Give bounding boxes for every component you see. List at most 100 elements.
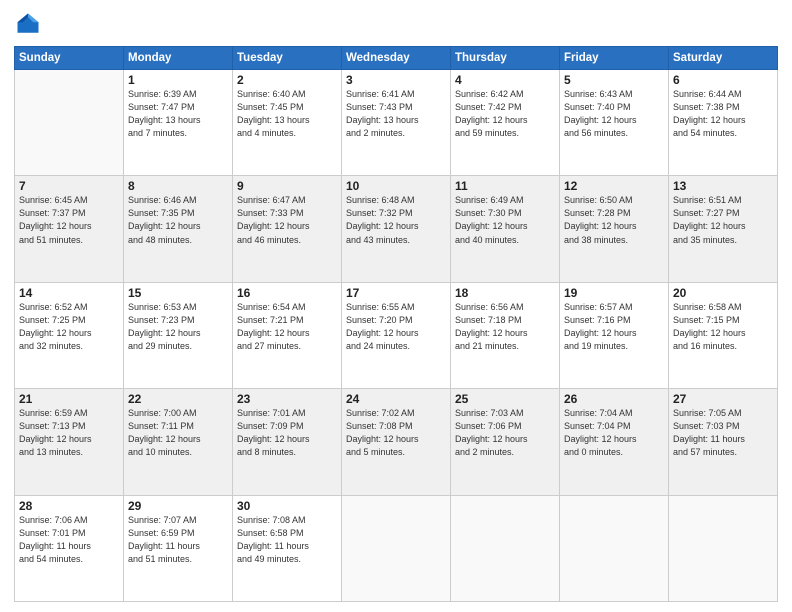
- calendar-table: SundayMondayTuesdayWednesdayThursdayFrid…: [14, 46, 778, 602]
- logo: [14, 10, 46, 38]
- day-number: 29: [128, 499, 228, 513]
- day-info: Sunrise: 6:42 AM Sunset: 7:42 PM Dayligh…: [455, 88, 555, 140]
- calendar-cell: [560, 495, 669, 601]
- calendar-cell: 22Sunrise: 7:00 AM Sunset: 7:11 PM Dayli…: [124, 389, 233, 495]
- calendar-week-row: 1Sunrise: 6:39 AM Sunset: 7:47 PM Daylig…: [15, 70, 778, 176]
- day-info: Sunrise: 7:00 AM Sunset: 7:11 PM Dayligh…: [128, 407, 228, 459]
- weekday-header: Monday: [124, 47, 233, 70]
- calendar-cell: 11Sunrise: 6:49 AM Sunset: 7:30 PM Dayli…: [451, 176, 560, 282]
- calendar-cell: 3Sunrise: 6:41 AM Sunset: 7:43 PM Daylig…: [342, 70, 451, 176]
- calendar-cell: 6Sunrise: 6:44 AM Sunset: 7:38 PM Daylig…: [669, 70, 778, 176]
- day-info: Sunrise: 7:08 AM Sunset: 6:58 PM Dayligh…: [237, 514, 337, 566]
- day-number: 28: [19, 499, 119, 513]
- calendar-cell: 29Sunrise: 7:07 AM Sunset: 6:59 PM Dayli…: [124, 495, 233, 601]
- day-number: 1: [128, 73, 228, 87]
- calendar-cell: 9Sunrise: 6:47 AM Sunset: 7:33 PM Daylig…: [233, 176, 342, 282]
- day-number: 9: [237, 179, 337, 193]
- calendar-cell: 15Sunrise: 6:53 AM Sunset: 7:23 PM Dayli…: [124, 282, 233, 388]
- day-info: Sunrise: 6:44 AM Sunset: 7:38 PM Dayligh…: [673, 88, 773, 140]
- day-info: Sunrise: 7:04 AM Sunset: 7:04 PM Dayligh…: [564, 407, 664, 459]
- day-number: 12: [564, 179, 664, 193]
- page: SundayMondayTuesdayWednesdayThursdayFrid…: [0, 0, 792, 612]
- day-info: Sunrise: 7:02 AM Sunset: 7:08 PM Dayligh…: [346, 407, 446, 459]
- day-info: Sunrise: 6:50 AM Sunset: 7:28 PM Dayligh…: [564, 194, 664, 246]
- calendar-week-row: 28Sunrise: 7:06 AM Sunset: 7:01 PM Dayli…: [15, 495, 778, 601]
- day-info: Sunrise: 6:49 AM Sunset: 7:30 PM Dayligh…: [455, 194, 555, 246]
- day-number: 5: [564, 73, 664, 87]
- calendar-cell: 20Sunrise: 6:58 AM Sunset: 7:15 PM Dayli…: [669, 282, 778, 388]
- calendar-cell: 19Sunrise: 6:57 AM Sunset: 7:16 PM Dayli…: [560, 282, 669, 388]
- day-number: 13: [673, 179, 773, 193]
- day-info: Sunrise: 6:45 AM Sunset: 7:37 PM Dayligh…: [19, 194, 119, 246]
- weekday-header: Wednesday: [342, 47, 451, 70]
- weekday-header: Thursday: [451, 47, 560, 70]
- day-number: 3: [346, 73, 446, 87]
- calendar-cell: 28Sunrise: 7:06 AM Sunset: 7:01 PM Dayli…: [15, 495, 124, 601]
- day-info: Sunrise: 6:58 AM Sunset: 7:15 PM Dayligh…: [673, 301, 773, 353]
- calendar-week-row: 7Sunrise: 6:45 AM Sunset: 7:37 PM Daylig…: [15, 176, 778, 282]
- weekday-header: Sunday: [15, 47, 124, 70]
- day-info: Sunrise: 6:55 AM Sunset: 7:20 PM Dayligh…: [346, 301, 446, 353]
- day-info: Sunrise: 6:46 AM Sunset: 7:35 PM Dayligh…: [128, 194, 228, 246]
- logo-icon: [14, 10, 42, 38]
- calendar-cell: 4Sunrise: 6:42 AM Sunset: 7:42 PM Daylig…: [451, 70, 560, 176]
- calendar-cell: 24Sunrise: 7:02 AM Sunset: 7:08 PM Dayli…: [342, 389, 451, 495]
- day-number: 7: [19, 179, 119, 193]
- calendar-cell: 5Sunrise: 6:43 AM Sunset: 7:40 PM Daylig…: [560, 70, 669, 176]
- day-info: Sunrise: 6:53 AM Sunset: 7:23 PM Dayligh…: [128, 301, 228, 353]
- calendar-cell: 25Sunrise: 7:03 AM Sunset: 7:06 PM Dayli…: [451, 389, 560, 495]
- day-info: Sunrise: 7:05 AM Sunset: 7:03 PM Dayligh…: [673, 407, 773, 459]
- weekday-header: Saturday: [669, 47, 778, 70]
- day-number: 18: [455, 286, 555, 300]
- calendar-cell: 12Sunrise: 6:50 AM Sunset: 7:28 PM Dayli…: [560, 176, 669, 282]
- day-info: Sunrise: 6:56 AM Sunset: 7:18 PM Dayligh…: [455, 301, 555, 353]
- day-info: Sunrise: 6:47 AM Sunset: 7:33 PM Dayligh…: [237, 194, 337, 246]
- day-number: 27: [673, 392, 773, 406]
- day-info: Sunrise: 6:52 AM Sunset: 7:25 PM Dayligh…: [19, 301, 119, 353]
- day-info: Sunrise: 6:39 AM Sunset: 7:47 PM Dayligh…: [128, 88, 228, 140]
- calendar-cell: 17Sunrise: 6:55 AM Sunset: 7:20 PM Dayli…: [342, 282, 451, 388]
- day-info: Sunrise: 7:07 AM Sunset: 6:59 PM Dayligh…: [128, 514, 228, 566]
- day-number: 15: [128, 286, 228, 300]
- day-number: 25: [455, 392, 555, 406]
- day-info: Sunrise: 7:01 AM Sunset: 7:09 PM Dayligh…: [237, 407, 337, 459]
- calendar-week-row: 21Sunrise: 6:59 AM Sunset: 7:13 PM Dayli…: [15, 389, 778, 495]
- day-number: 6: [673, 73, 773, 87]
- calendar-cell: [342, 495, 451, 601]
- day-info: Sunrise: 6:43 AM Sunset: 7:40 PM Dayligh…: [564, 88, 664, 140]
- day-info: Sunrise: 7:06 AM Sunset: 7:01 PM Dayligh…: [19, 514, 119, 566]
- day-number: 2: [237, 73, 337, 87]
- calendar-cell: 10Sunrise: 6:48 AM Sunset: 7:32 PM Dayli…: [342, 176, 451, 282]
- day-info: Sunrise: 6:48 AM Sunset: 7:32 PM Dayligh…: [346, 194, 446, 246]
- day-number: 23: [237, 392, 337, 406]
- calendar-cell: 26Sunrise: 7:04 AM Sunset: 7:04 PM Dayli…: [560, 389, 669, 495]
- calendar-week-row: 14Sunrise: 6:52 AM Sunset: 7:25 PM Dayli…: [15, 282, 778, 388]
- calendar-cell: 13Sunrise: 6:51 AM Sunset: 7:27 PM Dayli…: [669, 176, 778, 282]
- calendar-cell: 8Sunrise: 6:46 AM Sunset: 7:35 PM Daylig…: [124, 176, 233, 282]
- calendar-cell: 7Sunrise: 6:45 AM Sunset: 7:37 PM Daylig…: [15, 176, 124, 282]
- calendar-cell: 16Sunrise: 6:54 AM Sunset: 7:21 PM Dayli…: [233, 282, 342, 388]
- weekday-header: Tuesday: [233, 47, 342, 70]
- calendar-cell: 30Sunrise: 7:08 AM Sunset: 6:58 PM Dayli…: [233, 495, 342, 601]
- calendar-cell: 1Sunrise: 6:39 AM Sunset: 7:47 PM Daylig…: [124, 70, 233, 176]
- day-number: 16: [237, 286, 337, 300]
- day-number: 20: [673, 286, 773, 300]
- day-info: Sunrise: 6:40 AM Sunset: 7:45 PM Dayligh…: [237, 88, 337, 140]
- weekday-header: Friday: [560, 47, 669, 70]
- calendar-cell: [669, 495, 778, 601]
- day-info: Sunrise: 6:57 AM Sunset: 7:16 PM Dayligh…: [564, 301, 664, 353]
- calendar-cell: 14Sunrise: 6:52 AM Sunset: 7:25 PM Dayli…: [15, 282, 124, 388]
- calendar-cell: 21Sunrise: 6:59 AM Sunset: 7:13 PM Dayli…: [15, 389, 124, 495]
- calendar-header-row: SundayMondayTuesdayWednesdayThursdayFrid…: [15, 47, 778, 70]
- day-number: 14: [19, 286, 119, 300]
- day-number: 19: [564, 286, 664, 300]
- day-info: Sunrise: 6:54 AM Sunset: 7:21 PM Dayligh…: [237, 301, 337, 353]
- calendar-cell: [15, 70, 124, 176]
- day-number: 24: [346, 392, 446, 406]
- day-number: 8: [128, 179, 228, 193]
- header: [14, 10, 778, 38]
- calendar-cell: 2Sunrise: 6:40 AM Sunset: 7:45 PM Daylig…: [233, 70, 342, 176]
- day-info: Sunrise: 6:51 AM Sunset: 7:27 PM Dayligh…: [673, 194, 773, 246]
- day-number: 22: [128, 392, 228, 406]
- day-info: Sunrise: 7:03 AM Sunset: 7:06 PM Dayligh…: [455, 407, 555, 459]
